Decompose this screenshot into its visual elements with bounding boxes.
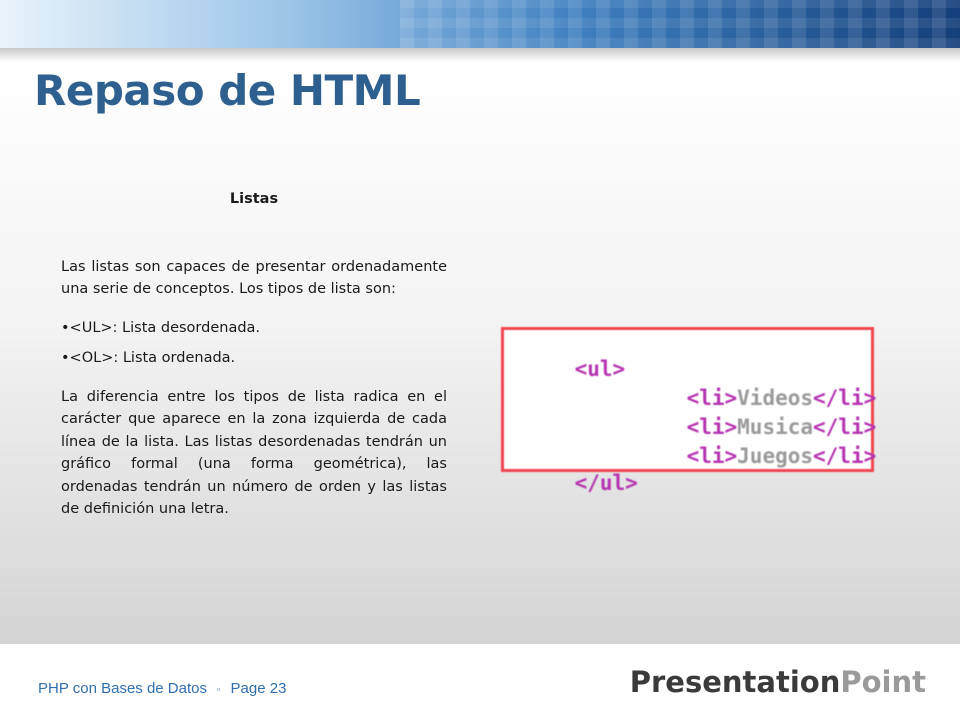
brand-presentation: Presentation [629, 665, 841, 699]
header-pattern [400, 0, 960, 48]
slide-title: Repaso de HTML [34, 66, 421, 115]
item-text: Juegos [737, 444, 814, 468]
code-line-close: </ul> [524, 444, 638, 522]
ul-close-tag: </ul> [574, 471, 638, 495]
code-example-image: <ul> <li>Videos</li> <li>Musica</li> <li… [501, 327, 876, 495]
course-name: PHP con Bases de Datos [38, 680, 207, 697]
footer-separator: ▫ [217, 684, 221, 695]
header-banner [0, 0, 960, 48]
header-shadow [0, 48, 960, 62]
brand-point: Point [840, 665, 926, 699]
page-number: Page 23 [230, 680, 287, 697]
li-open-tag: <li> [686, 444, 738, 468]
explanation-paragraph: La diferencia entre los tipos de lista r… [61, 388, 447, 518]
bullet-ul: •<UL>: Lista desordenada. [61, 319, 261, 336]
li-close-tag: </li> [813, 444, 877, 468]
code-line-item: <li>Juegos</li> [636, 417, 877, 495]
section-subtitle: Listas [229, 191, 279, 207]
bullet-ol: •<OL>: Lista ordenada. [61, 350, 236, 366]
intro-paragraph: Las listas son capaces de presentar orde… [61, 258, 447, 298]
code-line-open: <ul> [524, 330, 626, 408]
ul-open-tag: <ul> [574, 357, 626, 381]
text-column: Listas Las listas son capaces de present… [61, 188, 447, 537]
brand-logo: PresentationPoint [630, 665, 926, 699]
footer-info: PHP con Bases de Datos ▫ Page 23 [38, 680, 286, 697]
